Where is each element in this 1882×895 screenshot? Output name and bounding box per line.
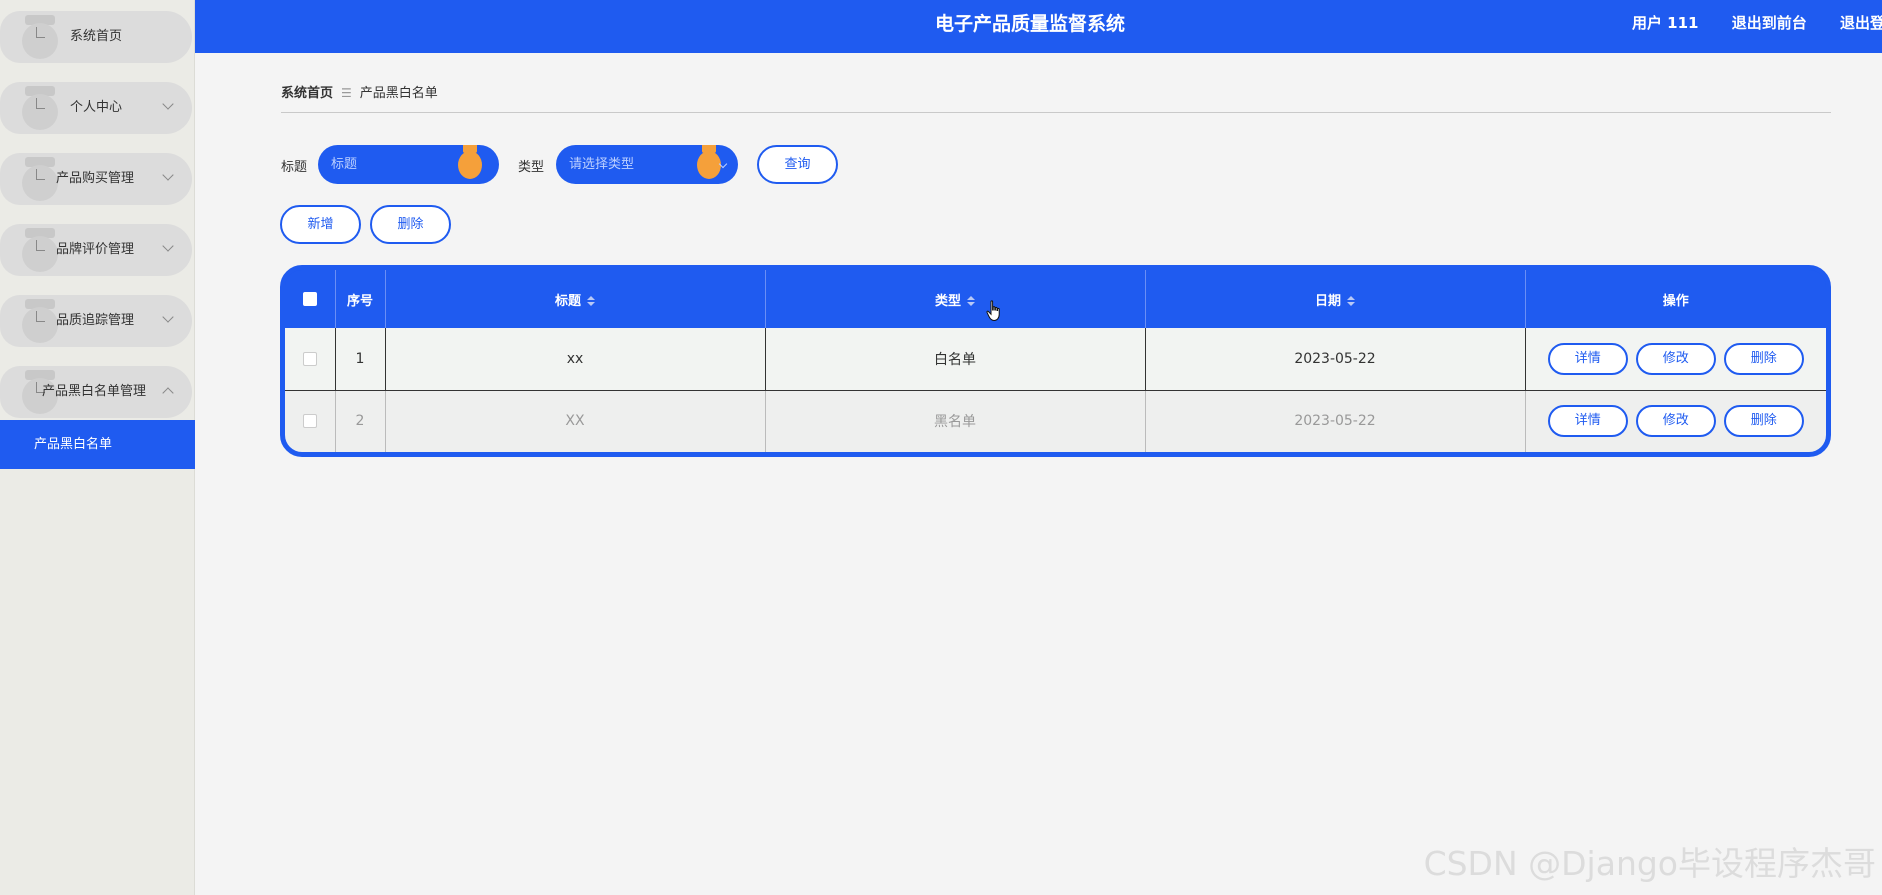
menu-bullet-icon [22, 228, 58, 272]
title-search-input[interactable]: 标题 [318, 145, 499, 184]
cell-type: 白名单 [764, 328, 1145, 391]
title-search-placeholder: 标题 [331, 157, 358, 172]
type-select[interactable]: 请选择类型 [556, 145, 738, 184]
cell-index: 2 [334, 390, 385, 452]
chevron-down-icon [162, 311, 174, 323]
back-to-front-link[interactable]: 退出到前台 [1732, 14, 1807, 32]
breadcrumb-current: 产品黑白名单 [359, 86, 438, 101]
col-header-title-label: 标题 [554, 293, 581, 309]
delete-button[interactable]: 删除 [1723, 342, 1804, 375]
menu-bullet-icon [22, 86, 58, 130]
add-button[interactable]: 新增 [280, 205, 361, 244]
sidebar-item-brand-review[interactable]: 品牌评价管理 [0, 224, 192, 276]
sidebar-item-label: 品牌评价管理 [56, 242, 135, 257]
watermark: CSDN @Django毕设程序杰哥 [1423, 844, 1876, 883]
top-header: 电子产品质量监督系统 用户 111 退出到前台 退出登录 [195, 0, 1882, 53]
sidebar-item-personal-center[interactable]: 个人中心 [0, 82, 192, 134]
sidebar-item-blackwhite-list[interactable]: 产品黑白名单管理 [0, 366, 192, 418]
cell-ops: 详情 修改 删除 [1524, 390, 1826, 452]
input-knob-icon [457, 145, 483, 184]
sidebar-item-label: 产品黑白名单管理 [42, 384, 147, 399]
logout-link[interactable]: 退出登录 [1840, 14, 1882, 32]
input-knob-icon [696, 145, 722, 184]
row-checkbox[interactable] [302, 414, 317, 429]
chevron-down-icon [162, 169, 174, 181]
sidebar-item-home[interactable]: 系统首页 [0, 11, 192, 63]
row-checkbox-cell [285, 390, 335, 452]
sidebar-item-label: 品质追踪管理 [56, 313, 135, 328]
edit-button[interactable]: 修改 [1635, 342, 1716, 375]
hand-cursor-icon [986, 300, 1000, 322]
chevron-down-icon [162, 98, 174, 110]
user-name: 用户 111 [1631, 14, 1699, 32]
menu-bullet-icon [22, 299, 58, 343]
sort-icon[interactable] [587, 295, 595, 307]
sidebar-item-label: 产品购买管理 [56, 171, 135, 186]
col-header-title[interactable]: 标题 [384, 270, 765, 328]
detail-button[interactable]: 详情 [1547, 342, 1628, 375]
sidebar-item-quality-tracking[interactable]: 品质追踪管理 [0, 295, 192, 347]
cell-title: xx [384, 328, 765, 391]
table-row: 2 XX 黑名单 2023-05-22 详情 修改 删除 [285, 390, 1826, 452]
select-all-cell [285, 270, 335, 328]
row-checkbox-cell [285, 328, 335, 391]
breadcrumb-home[interactable]: 系统首页 [281, 86, 333, 101]
breadcrumb: 系统首页 ☰ 产品黑白名单 [281, 82, 438, 101]
cell-title: XX [384, 390, 765, 452]
query-button[interactable]: 查询 [757, 145, 838, 184]
cell-date: 2023-05-22 [1144, 390, 1525, 452]
sidebar: 系统首页 个人中心 产品购买管理 品牌评价管理 品质追踪管理 产品黑白名单管理 … [0, 0, 195, 895]
breadcrumb-separator-icon: ☰ [341, 86, 352, 100]
type-filter-label: 类型 [518, 160, 545, 175]
col-header-type-label: 类型 [934, 293, 961, 309]
col-header-ops: 操作 [1524, 270, 1826, 328]
chevron-down-icon [162, 240, 174, 252]
col-header-index: 序号 [334, 270, 385, 328]
cell-ops: 详情 修改 删除 [1524, 328, 1826, 391]
row-checkbox[interactable] [302, 351, 317, 366]
detail-button[interactable]: 详情 [1547, 405, 1628, 438]
col-header-date[interactable]: 日期 [1144, 270, 1525, 328]
sort-icon[interactable] [1347, 295, 1355, 307]
table-header-row: 序号 标题 类型 日期 操作 [285, 270, 1826, 328]
menu-bullet-icon [22, 15, 58, 59]
chevron-up-icon [162, 387, 174, 399]
type-select-placeholder: 请选择类型 [569, 157, 635, 172]
data-table: 序号 标题 类型 日期 操作 1 xx 白名单 2023-05-22 详情 修改删… [280, 265, 1831, 457]
select-all-checkbox[interactable] [302, 292, 317, 306]
col-header-date-label: 日期 [1314, 293, 1341, 309]
col-header-type[interactable]: 类型 [764, 270, 1145, 328]
sidebar-item-label: 系统首页 [70, 29, 123, 44]
sidebar-item-label: 个人中心 [70, 100, 123, 115]
cell-type: 黑名单 [764, 390, 1145, 452]
sidebar-subitem-blackwhite-list[interactable]: 产品黑白名单 [0, 420, 195, 469]
edit-button[interactable]: 修改 [1635, 405, 1716, 438]
batch-delete-button[interactable]: 删除 [370, 205, 451, 244]
table-row: 1 xx 白名单 2023-05-22 详情 修改 删除 [285, 328, 1826, 391]
header-actions: 用户 111 退出到前台 退出登录 [1604, 0, 1882, 46]
divider [281, 112, 1831, 113]
menu-bullet-icon [22, 157, 58, 201]
cell-date: 2023-05-22 [1144, 328, 1525, 391]
cell-index: 1 [334, 328, 385, 391]
sidebar-item-purchase[interactable]: 产品购买管理 [0, 153, 192, 205]
title-filter-label: 标题 [281, 160, 308, 175]
sort-icon[interactable] [967, 295, 975, 307]
delete-button[interactable]: 删除 [1723, 405, 1804, 438]
